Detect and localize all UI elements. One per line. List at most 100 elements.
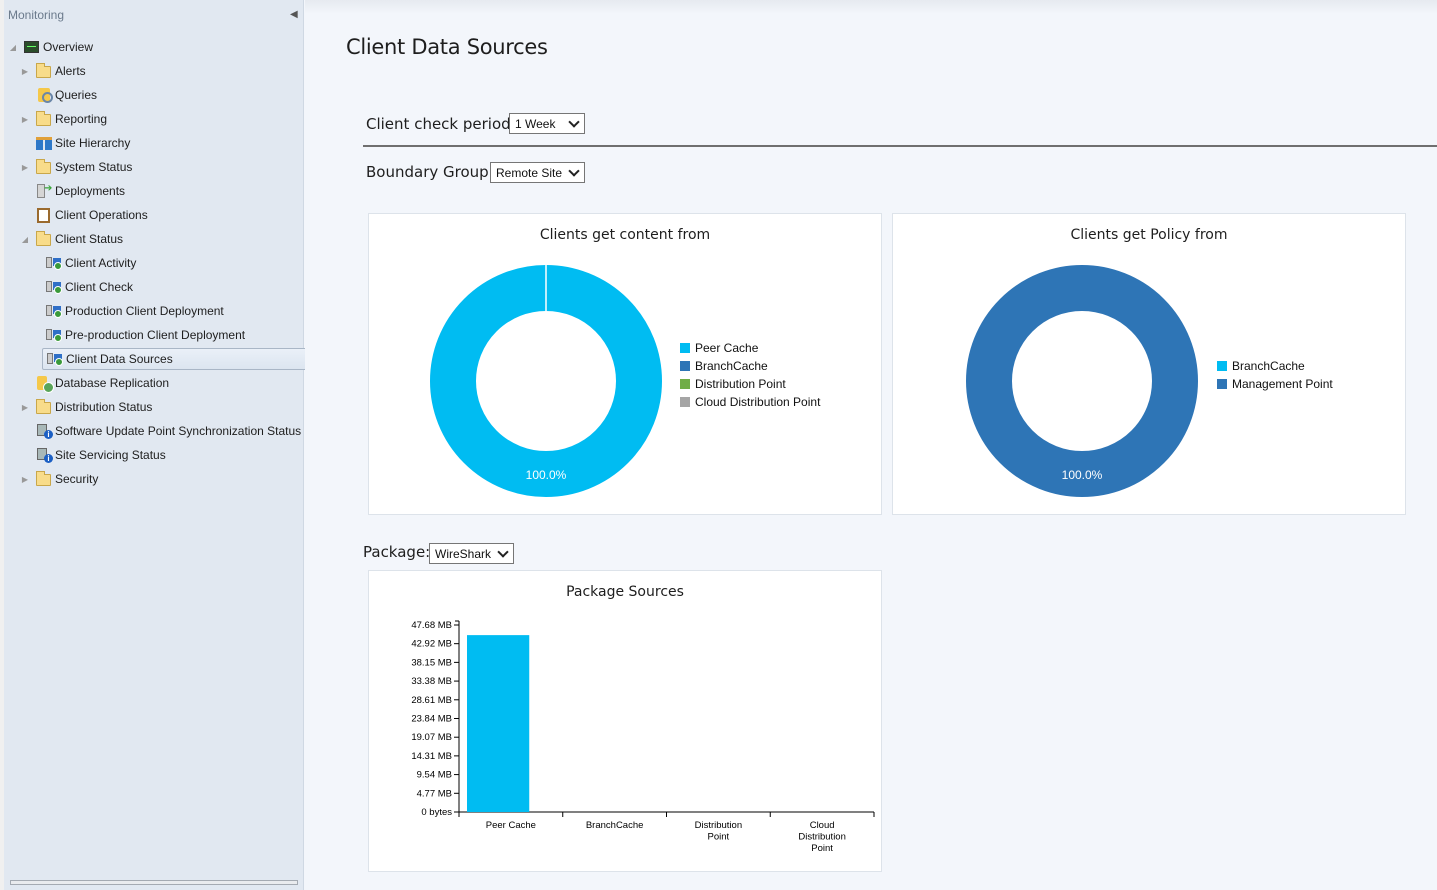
tree-item-label: Reporting: [55, 112, 108, 126]
legend-swatch: [680, 361, 690, 371]
clipboard-icon: [36, 207, 52, 223]
client-status-icon: [46, 255, 62, 271]
client-check-period-dropdown[interactable]: 1 Week: [509, 113, 585, 134]
tree-item-client-operations[interactable]: Client Operations: [20, 204, 148, 226]
boundary-group-dropdown[interactable]: Remote Site: [490, 162, 585, 183]
legend-item: Management Point: [1217, 375, 1333, 393]
tree-item-label: Queries: [55, 88, 98, 102]
tree-item-client-status[interactable]: ◢ Client Status: [20, 228, 123, 250]
legend-label: Cloud Distribution Point: [695, 395, 821, 409]
x-tick-label: BranchCache: [586, 820, 644, 831]
query-icon: [36, 87, 53, 103]
y-tick-label: 23.84 MB: [411, 714, 452, 725]
tree-item-label: Alerts: [55, 64, 86, 78]
tree-item-distribution-status[interactable]: ▶ Distribution Status: [20, 396, 152, 418]
tree-item-site-hierarchy[interactable]: Site Hierarchy: [20, 132, 130, 154]
tree-item-label: Client Operations: [55, 208, 148, 222]
expanded-arrow-icon[interactable]: ◢: [20, 235, 30, 244]
client-status-icon: [46, 327, 62, 343]
donut-slice-peer-cache[interactable]: [430, 265, 662, 497]
tree-item-site-servicing-status[interactable]: Site Servicing Status: [20, 444, 166, 466]
tree-item-client-data-sources[interactable]: Client Data Sources: [42, 348, 318, 370]
folder-icon: [36, 471, 52, 487]
y-tick-label: 33.38 MB: [411, 676, 452, 687]
tree-item-label: Client Check: [65, 280, 134, 294]
tree-item-software-update-point-synchronization-status[interactable]: Software Update Point Synchronization St…: [20, 420, 301, 442]
y-tick-label: 38.15 MB: [411, 657, 452, 668]
package-label: Package:: [363, 543, 431, 561]
tree-item-reporting[interactable]: ▶ Reporting: [20, 108, 107, 130]
chevron-down-icon: [568, 116, 580, 128]
x-tick-label: Cloud: [810, 820, 835, 831]
tree-item-label: Database Replication: [55, 376, 170, 390]
chevron-down-icon: [568, 165, 580, 177]
tree-item-system-status[interactable]: ▶ System Status: [20, 156, 132, 178]
tree-item-label: Site Servicing Status: [55, 448, 166, 462]
client-status-icon: [46, 279, 62, 295]
tree-item-security[interactable]: ▶ Security: [20, 468, 98, 490]
tree-item-deployments[interactable]: Deployments: [20, 180, 125, 202]
tree-item-label: Production Client Deployment: [65, 304, 224, 318]
tree-item-label: Deployments: [55, 184, 126, 198]
tree-item-label: Software Update Point Synchronization St…: [55, 424, 302, 438]
collapsed-arrow-icon[interactable]: ▶: [20, 403, 30, 412]
legend-item: Cloud Distribution Point: [680, 393, 820, 411]
chevron-left-icon[interactable]: ◀: [290, 9, 298, 20]
navigation-pane: Monitoring ◀ ◢ Overview ▶ Alerts Queries ▶ Rep…: [0, 0, 318, 890]
content-source-chart-panel: Clients get content from 100.0% Peer Cac…: [368, 213, 882, 515]
tree-item-production-client-deployment[interactable]: Production Client Deployment: [30, 300, 224, 322]
main-content: Client Data Sources Client check period:…: [305, 0, 1437, 890]
x-tick-label: Distribution: [695, 820, 743, 831]
collapsed-arrow-icon[interactable]: ▶: [20, 475, 30, 484]
monitor-icon: [24, 39, 40, 55]
legend-item: Distribution Point: [680, 375, 820, 393]
y-tick-label: 42.92 MB: [411, 639, 452, 650]
divider: [363, 145, 1437, 147]
tree-item-client-activity[interactable]: Client Activity: [30, 252, 136, 274]
legend-label: Peer Cache: [695, 341, 759, 355]
x-tick-label: Distribution: [798, 832, 846, 843]
legend-item: Peer Cache: [680, 339, 820, 357]
deployments-icon: [36, 183, 52, 199]
x-tick-label: Point: [708, 832, 730, 843]
page-title: Client Data Sources: [346, 35, 548, 59]
collapsed-arrow-icon[interactable]: ▶: [20, 67, 30, 76]
tree-item-label: Pre-production Client Deployment: [65, 328, 246, 342]
y-tick-label: 47.68 MB: [411, 620, 452, 631]
legend-swatch: [680, 379, 690, 389]
tree-item-overview[interactable]: ◢ Overview: [8, 36, 93, 58]
folder-icon: [36, 399, 52, 415]
tree-item-label: Distribution Status: [55, 400, 153, 414]
legend-label: BranchCache: [695, 359, 768, 373]
tree-item-label: Overview: [43, 40, 94, 54]
legend-swatch: [1217, 379, 1227, 389]
collapsed-arrow-icon[interactable]: ▶: [20, 115, 30, 124]
client-status-icon: [47, 351, 63, 367]
package-sources-chart-panel: Package Sources 0 bytes 4.77 MB 9.54 MB 14.…: [368, 570, 882, 872]
x-tick-label: Point: [811, 843, 833, 854]
expanded-arrow-icon[interactable]: ◢: [8, 43, 18, 52]
legend-label: Distribution Point: [695, 377, 786, 391]
package-dropdown[interactable]: WireShark: [429, 543, 514, 564]
chevron-down-icon: [497, 546, 509, 558]
tree-item-label: Client Status: [55, 232, 124, 246]
legend-swatch: [680, 343, 690, 353]
tree-item-alerts[interactable]: ▶ Alerts: [20, 60, 86, 82]
data-label: 100.0%: [526, 468, 567, 482]
boundary-group-value: Remote Site: [496, 165, 563, 180]
tree-item-queries[interactable]: Queries: [20, 84, 97, 106]
folder-icon: [36, 111, 52, 127]
donut-slice-management-point[interactable]: [966, 265, 1198, 497]
horizontal-scrollbar[interactable]: [10, 880, 298, 885]
bar-peer-cache[interactable]: [467, 635, 530, 812]
client-check-period-value: 1 Week: [515, 116, 556, 131]
tree-item-client-check[interactable]: Client Check: [30, 276, 133, 298]
y-tick-label: 9.54 MB: [417, 770, 452, 781]
policy-source-chart-panel: Clients get Policy from 100.0% BranchCac…: [892, 213, 1406, 515]
legend-swatch: [680, 397, 690, 407]
database-replication-icon: [36, 375, 54, 393]
collapsed-arrow-icon[interactable]: ▶: [20, 163, 30, 172]
tree-item-pre-production-client-deployment[interactable]: Pre-production Client Deployment: [30, 324, 245, 346]
tree-item-database-replication[interactable]: Database Replication: [20, 372, 169, 394]
folder-icon: [36, 159, 52, 175]
